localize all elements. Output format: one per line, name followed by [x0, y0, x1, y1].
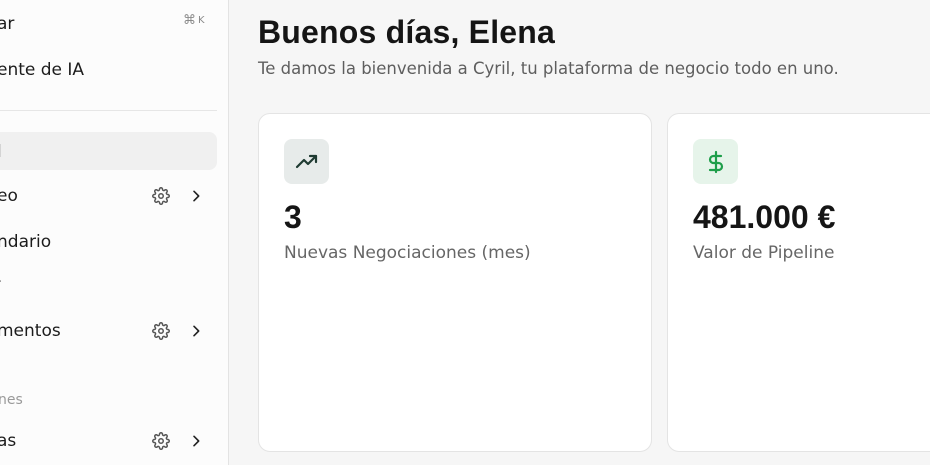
sidebar-item-label: l: [0, 142, 2, 162]
sidebar-section-label: nes: [0, 392, 23, 408]
stat-value: 481.000 €: [693, 199, 836, 235]
stat-card-pipeline-value[interactable]: 481.000 € Valor de Pipeline: [667, 113, 930, 452]
dollar-icon: [708, 150, 723, 173]
stat-label: Nuevas Negociaciones (mes): [284, 243, 531, 263]
card-icon-badge: [693, 139, 738, 184]
gear-icon[interactable]: [152, 322, 170, 340]
sidebar-section-label: ·: [0, 274, 2, 290]
chevron-right-icon[interactable]: [188, 433, 204, 449]
sidebar-item-tasks[interactable]: as: [0, 429, 217, 453]
sidebar-item-documents[interactable]: mentos: [0, 319, 217, 343]
search-shortcut: ⌘ K: [183, 13, 205, 28]
sidebar-item-deals[interactable]: eo: [0, 184, 217, 208]
sidebar-item-label: ente de IA: [0, 60, 85, 80]
sidebar-item-label: ndario: [0, 232, 52, 252]
gear-icon[interactable]: [152, 432, 170, 450]
main-content: Buenos días, Elena Te damos la bienvenid…: [229, 0, 930, 465]
sidebar-search-label: ar: [0, 14, 15, 34]
sidebar-item-label: as: [0, 431, 17, 451]
shortcut-key: K: [198, 15, 205, 26]
sidebar-item-calendar[interactable]: ndario: [0, 230, 217, 254]
sidebar-search[interactable]: ar ⌘K: [0, 12, 217, 36]
stat-card-new-deals[interactable]: 3 Nuevas Negociaciones (mes): [258, 113, 652, 452]
command-key-icon: ⌘: [183, 13, 196, 28]
stat-label: Valor de Pipeline: [693, 243, 835, 263]
sidebar-item-home[interactable]: l: [0, 140, 217, 164]
stat-value: 3: [284, 199, 302, 235]
sidebar: ar ⌘K ente de IA l eo ndario · mentos ne…: [0, 0, 229, 465]
sidebar-item-label: eo: [0, 186, 18, 206]
chevron-right-icon[interactable]: [188, 188, 204, 204]
gear-icon[interactable]: [152, 187, 170, 205]
page-subtitle: Te damos la bienvenida a Cyril, tu plata…: [258, 59, 839, 78]
page-title: Buenos días, Elena: [258, 14, 556, 50]
sidebar-divider: [0, 110, 217, 111]
card-icon-badge: [284, 139, 329, 184]
sidebar-item-label: mentos: [0, 321, 61, 341]
sidebar-item-ai-assistant[interactable]: ente de IA: [0, 58, 217, 82]
chevron-right-icon[interactable]: [188, 323, 204, 339]
trending-up-icon: [295, 154, 317, 168]
